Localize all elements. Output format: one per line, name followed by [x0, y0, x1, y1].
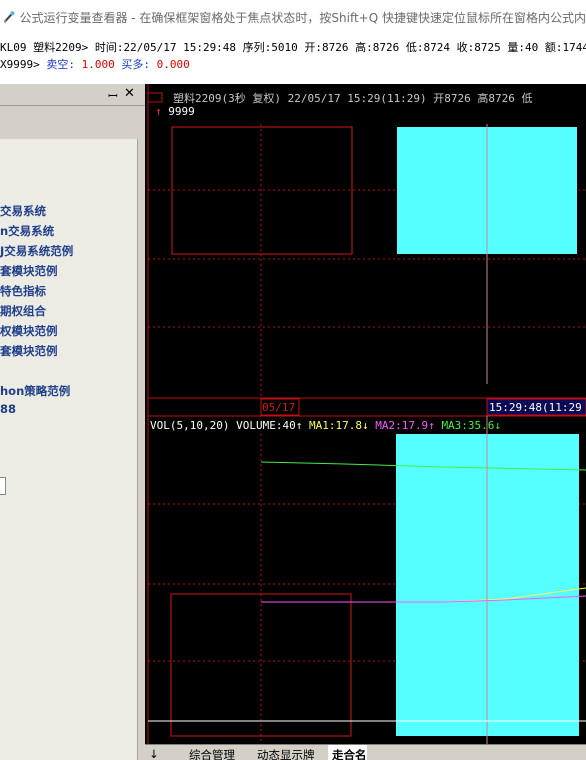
chart-header: 塑料2209(3秒 复权) 22/05/17 15:29(11:29) 开872…: [173, 92, 533, 105]
down-arrow-icon: ↓: [494, 419, 502, 432]
pin-icon[interactable]: ꟷ: [108, 87, 118, 104]
wand-app-icon: [3, 11, 15, 23]
up-arrow-icon: ↑: [155, 105, 162, 118]
tree-item[interactable]: hon策略范例: [0, 383, 70, 399]
tree-search-input[interactable]: [0, 477, 6, 495]
up-arrow-icon: ↑: [428, 419, 435, 432]
tab-dynamic[interactable]: 动态显示牌: [253, 745, 315, 760]
time-label: 15:29:48(11:29: [489, 401, 582, 414]
tab-overview[interactable]: 综合管理: [185, 745, 235, 760]
header-box: [147, 92, 163, 103]
date-label: 05/17: [262, 401, 296, 414]
vol-indicator-row: VOL(5,10,20) VOLUME:40↑ MA1:17.8↓ MA2:17…: [150, 419, 501, 432]
tree-item[interactable]: 权模块范例: [0, 323, 58, 339]
up-arrow-icon: ↑: [295, 419, 303, 432]
long-value: 0.000: [156, 58, 190, 71]
tree-item[interactable]: J交易系统范例: [0, 243, 73, 259]
bottom-tab-bar: ↓ 综合管理 动态显示牌 走合名: [145, 744, 586, 760]
tree-item[interactable]: 交易系统: [0, 203, 46, 219]
long-label: 买多:: [121, 58, 150, 71]
tree-item[interactable]: 套模块范例: [0, 343, 58, 359]
quote-info-line: KL09 塑料2209> 时间:22/05/17 15:29:48 序列:501…: [0, 41, 586, 54]
ma2-label: MA2:17.9: [375, 419, 429, 432]
signal-info-line: X9999> 卖空: 1.000 买多: 0.000: [0, 56, 190, 72]
tab-scroll-left[interactable]: ↓: [145, 745, 159, 760]
window-title-bar: 公式运行变量查看器 - 在确保框架窗格处于焦点状态时，按Shift+Q 快捷键快…: [0, 0, 586, 34]
chart-canvas: [147, 84, 586, 744]
tree-item[interactable]: 套模块范例: [0, 263, 58, 279]
ma3-label: MA3:35.6: [441, 419, 495, 432]
left-tree-panel: ꟷ ✕ 交易系统 n交易系统 J交易系统范例 套模块范例 特色指标 期权组合 权…: [0, 84, 145, 760]
symbol-prefix: X9999>: [0, 58, 40, 71]
variable-info-panel: KL09 塑料2209> 时间:22/05/17 15:29:48 序列:501…: [0, 34, 586, 84]
price-label: ↑ 9999: [155, 105, 195, 118]
volume-label: VOLUME:40: [236, 419, 296, 432]
tree-item[interactable]: n交易系统: [0, 223, 54, 239]
formula-tree: 交易系统 n交易系统 J交易系统范例 套模块范例 特色指标 期权组合 权模块范例…: [0, 139, 138, 760]
short-label: 卖空:: [46, 58, 75, 71]
tree-item[interactable]: 期权组合: [0, 303, 46, 319]
ma1-label: MA1:17.8: [308, 419, 362, 432]
close-icon[interactable]: ✕: [124, 86, 135, 101]
panel-header: ꟷ ✕: [0, 84, 145, 106]
vol-title: VOL(5,10,20): [150, 419, 230, 432]
tree-item[interactable]: 88: [0, 402, 16, 416]
window-title: 公式运行变量查看器 - 在确保框架窗格处于焦点状态时，按Shift+Q 快捷键快…: [19, 10, 586, 25]
tab-active[interactable]: 走合名: [328, 745, 367, 760]
tree-item[interactable]: 特色指标: [0, 283, 46, 299]
down-arrow-icon: ↓: [361, 419, 369, 432]
short-value: 1.000: [81, 58, 115, 71]
chart-area[interactable]: 塑料2209(3秒 复权) 22/05/17 15:29(11:29) 开872…: [145, 84, 586, 744]
